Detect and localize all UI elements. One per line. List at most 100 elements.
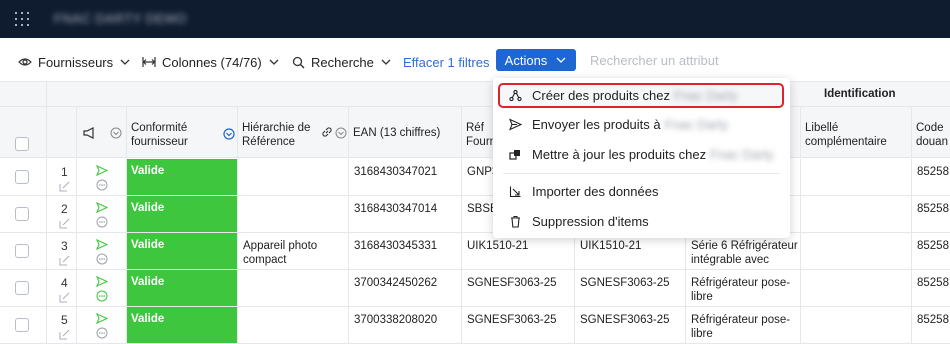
ref-cell-2: SGNESF3063-25 [580,277,670,289]
ref-cell-2: SGNESF3063-25 [580,314,670,326]
ref-cell-2: UIK1510-21 [580,240,642,252]
ref-cell: SGNESF3063-25 [467,277,557,289]
designation-cell: Réfrigérateur pose-libre [691,277,791,303]
chevron-down-icon [120,59,130,65]
menu-item-send-products[interactable]: Envoyer les produits à Fnac Darty [493,111,790,139]
table-row[interactable]: 5 Valide 3700338208020 SGNESF3063-25 SGNESF3… [0,307,950,344]
top-bar: FNAC DARTY DEMO [0,0,950,38]
status-badge: Valide [127,159,237,195]
ean-cell: 3168430345331 [354,240,438,252]
send-icon[interactable] [96,239,108,250]
hierarchy-cell: Appareil photo compact [243,240,318,266]
actions-label: Actions [504,52,548,68]
send-icon[interactable] [96,276,108,287]
row-checkbox[interactable] [15,244,29,258]
send-icon [509,118,522,131]
columns-icon [142,57,156,67]
row-checkbox[interactable] [15,170,29,184]
menu-label: Suppression d'items [532,214,649,229]
menu-label: Mettre à jour les produits chez Fnac Dart… [532,147,774,162]
row-number: 4 [61,276,68,290]
row-checkbox[interactable] [15,318,29,332]
edit-icon[interactable] [59,181,70,192]
row-number: 5 [61,313,68,327]
row-number: 1 [61,165,68,179]
status-badge: Valide [127,196,237,232]
clear-filters-link[interactable]: Effacer 1 filtres [403,53,489,71]
send-icon[interactable] [96,165,108,176]
customs-cell: 85258 [917,166,949,178]
search-label: Recherche [311,54,374,70]
select-all-checkbox[interactable] [15,137,29,151]
table-row[interactable]: 3 Valide Appareil photo compact 31684303453… [0,233,950,270]
update-icon [509,150,520,160]
send-icon[interactable] [96,313,108,324]
table-row[interactable]: 1 Valide 3168430347021 GNP3 85258 [0,159,950,196]
ean-cell: 3700338208020 [354,314,438,326]
share-icon [509,89,522,102]
column-menu-icon[interactable] [110,127,122,139]
header-label-extra: Libellé complémentaire [805,122,887,148]
customs-cell: 85258 [917,203,949,215]
suppliers-dropdown[interactable]: Fournisseurs [18,53,131,71]
header-customs-code: Code douan [916,122,948,148]
customs-cell: 85258 [917,314,949,326]
ean-cell: 3168430347021 [354,166,438,178]
search-dropdown[interactable]: Recherche [292,53,392,71]
menu-item-import-data[interactable]: Importer des données [493,178,790,206]
megaphone-icon[interactable] [83,127,96,139]
columns-dropdown[interactable]: Colonnes (74/76) [142,53,280,71]
ref-cell: SGNESF3063-25 [467,314,557,326]
comment-icon[interactable] [96,327,108,339]
edit-icon[interactable] [59,255,70,266]
menu-label: Envoyer les produits à Fnac Darty [532,117,729,132]
row-checkbox[interactable] [15,207,29,221]
table-row[interactable]: 4 Valide 3700342450262 SGNESF3063-25 SGNESF3… [0,270,950,307]
group-header-identification: Identification [824,88,896,100]
menu-item-delete-items[interactable]: Suppression d'items [493,208,790,236]
app-title: FNAC DARTY DEMO [54,11,187,26]
actions-button[interactable]: Actions [496,49,576,71]
menu-item-create-products[interactable]: Créer des produits chez Fnac Darty [493,82,790,110]
customs-cell: 85258 [917,240,949,252]
comment-icon[interactable] [96,253,108,265]
ref-cell: UIK1510-21 [467,240,529,252]
edit-icon[interactable] [59,292,70,303]
header-ean: EAN (13 chiffres) [353,127,441,139]
filter-active-icon[interactable] [223,128,235,140]
edit-icon[interactable] [59,218,70,229]
send-icon[interactable] [96,202,108,213]
app-grid-icon[interactable] [15,12,31,26]
row-checkbox[interactable] [15,281,29,295]
chevron-down-icon [381,59,391,65]
suppliers-label: Fournisseurs [38,54,114,70]
header-hierarchy: Hiérarchie de Référence [242,122,311,148]
header-conformity: Conformité fournisseur [131,122,188,148]
status-badge: Valide [127,233,237,269]
menu-label: Créer des produits chez Fnac Darty [532,88,738,103]
customs-cell: 85258 [917,277,949,289]
chevron-down-icon [269,59,279,65]
ean-cell: 3168430347014 [354,203,438,215]
actions-menu: Créer des produits chez Fnac Darty Envoye… [493,78,790,238]
menu-item-update-products[interactable]: Mettre à jour les produits chez Fnac Dart… [493,141,790,169]
eye-icon [18,58,32,66]
comment-icon[interactable] [96,179,108,191]
table-row[interactable]: 2 Valide 3168430347014 SBSEF 85258 [0,196,950,233]
search-icon [292,56,305,68]
row-number: 2 [61,202,68,216]
attribute-search-input[interactable]: Rechercher un attribut [590,53,719,68]
column-menu-icon[interactable] [335,127,347,139]
comment-icon[interactable] [96,216,108,228]
menu-divider [503,173,780,174]
products-table: Identification Conformité fournisseur Hi… [0,82,950,344]
trash-icon [511,215,520,228]
header-ref-supplier: Réf Fourn [466,122,497,148]
status-badge: Valide [127,307,237,343]
comment-icon[interactable] [96,290,108,302]
designation-cell: Réfrigérateur pose-libre [691,314,791,340]
edit-icon[interactable] [59,329,70,340]
group-header-row: Identification [0,82,950,107]
status-badge: Valide [127,270,237,306]
row-number: 3 [61,239,68,253]
